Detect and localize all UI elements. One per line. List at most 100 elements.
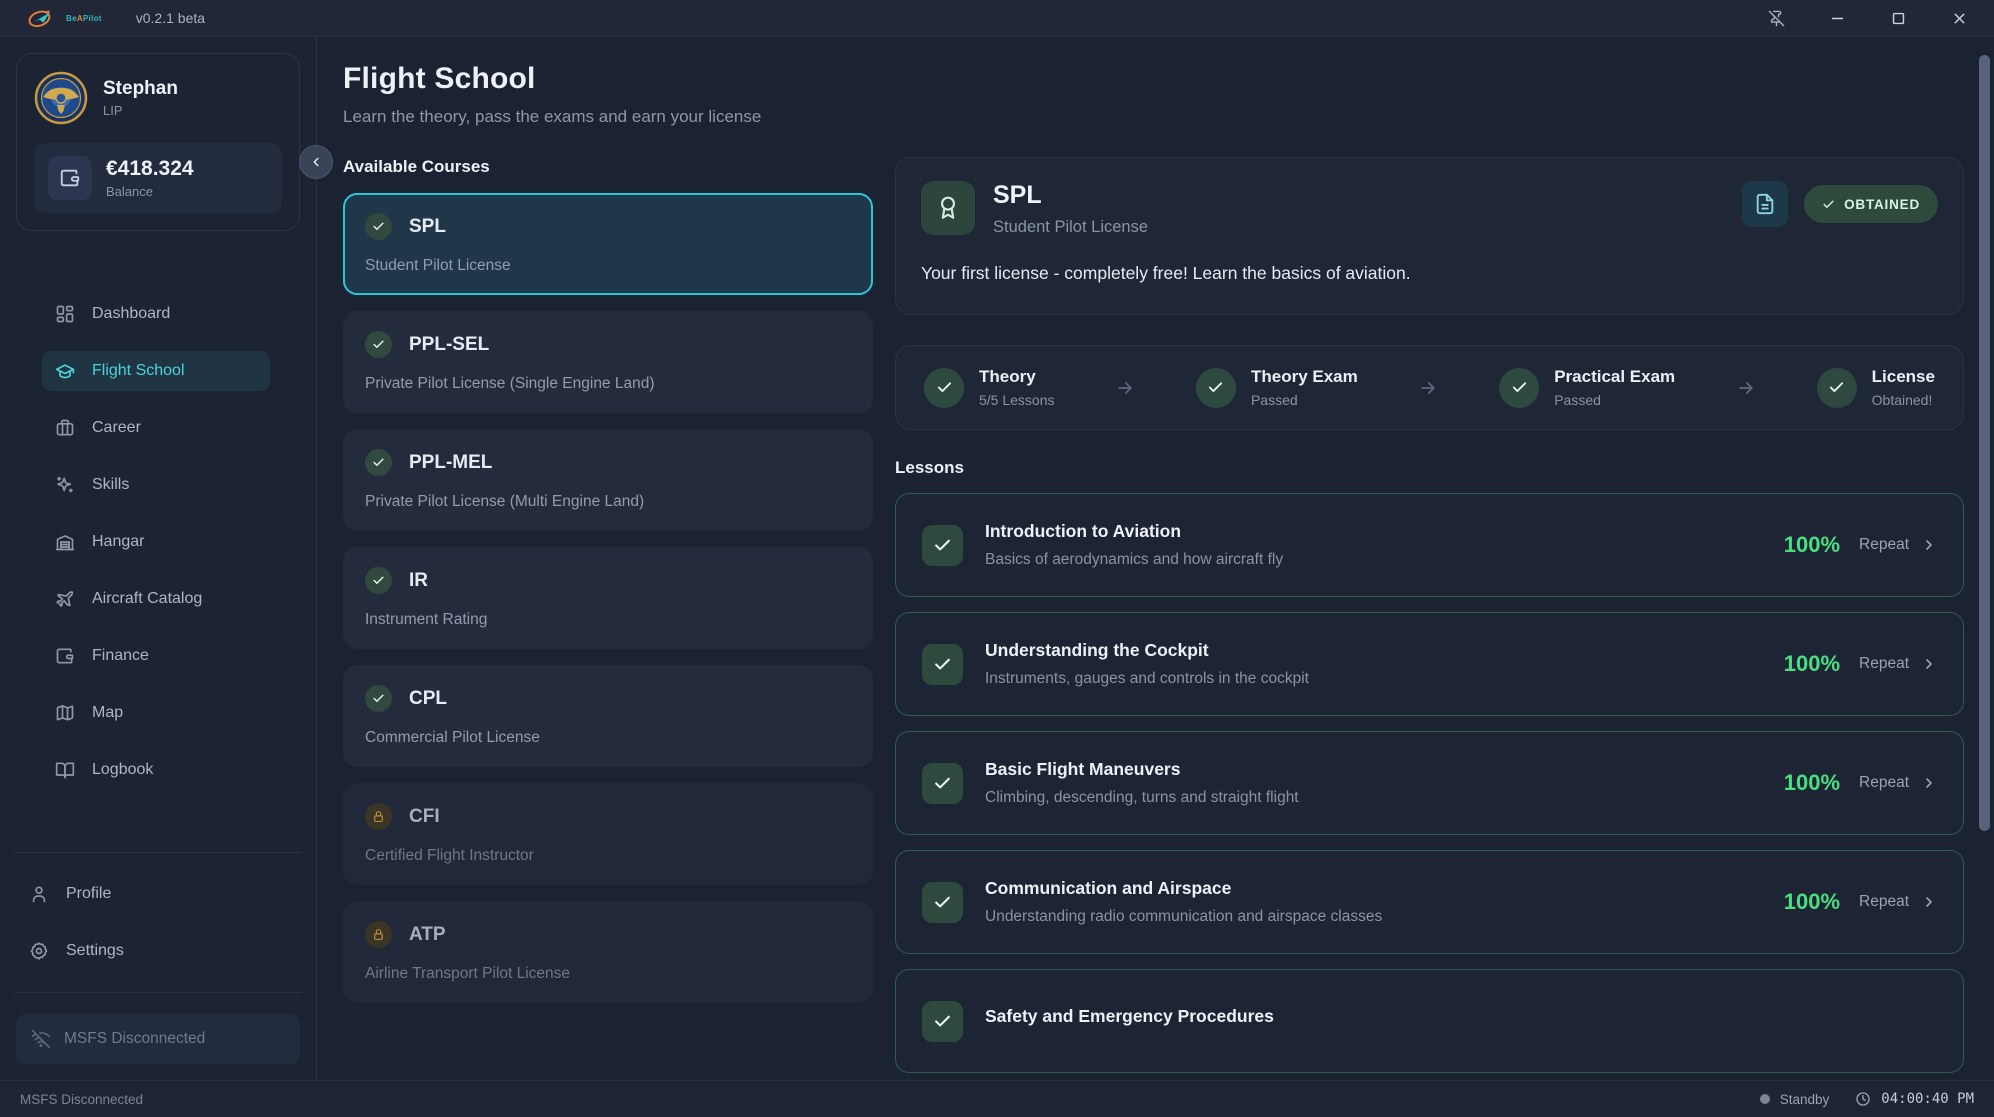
dashboard-icon xyxy=(55,304,75,324)
lessons-header: Lessons xyxy=(895,458,1964,478)
progress-step: Theory Exam Passed xyxy=(1196,367,1358,408)
check-icon xyxy=(1822,198,1835,211)
sidebar-nav: Dashboard Flight School Career Skills Ha… xyxy=(16,269,300,811)
minimize-button[interactable] xyxy=(1829,10,1846,27)
chevron-right-icon[interactable] xyxy=(1921,775,1937,791)
lesson-description: Instruments, gauges and controls in the … xyxy=(985,670,1309,688)
clock-icon xyxy=(1855,1091,1871,1107)
lesson-card[interactable]: Safety and Emergency Procedures xyxy=(895,969,1964,1073)
lesson-card[interactable]: Basic Flight Maneuvers Climbing, descend… xyxy=(895,731,1964,835)
status-dot-icon xyxy=(1760,1094,1770,1104)
main-content: Flight School Learn the theory, pass the… xyxy=(317,37,1994,1080)
lesson-title: Understanding the Cockpit xyxy=(985,640,1309,661)
check-circle-icon xyxy=(365,213,392,240)
lesson-check-icon xyxy=(922,882,963,923)
lesson-check-icon xyxy=(922,1001,963,1042)
app-version: v0.2.1 beta xyxy=(136,10,205,26)
logo-text: BeAPilot xyxy=(66,14,102,23)
lesson-title: Safety and Emergency Procedures xyxy=(985,1006,1274,1027)
status-badge: OBTAINED xyxy=(1804,185,1938,223)
logo-plane-orbit-icon xyxy=(26,5,64,31)
sidebar-item-aircraft-catalog[interactable]: Aircraft Catalog xyxy=(42,579,270,619)
sidebar-divider xyxy=(14,852,302,853)
file-text-icon xyxy=(1754,193,1776,215)
profile-card: Stephan LIP €418.324 Balance xyxy=(16,53,300,231)
step-sublabel: Obtained! xyxy=(1872,392,1935,408)
sidebar-item-finance[interactable]: Finance xyxy=(42,636,270,676)
chevron-right-icon[interactable] xyxy=(1921,894,1937,910)
window-controls xyxy=(1768,10,1968,27)
sidebar-collapse-button[interactable] xyxy=(299,145,333,179)
course-card-ir[interactable]: IR Instrument Rating xyxy=(343,547,873,649)
course-code: CPL xyxy=(409,688,447,710)
titlebar: BeAPilot v0.2.1 beta xyxy=(0,0,1994,37)
lesson-repeat-button[interactable]: Repeat xyxy=(1859,655,1909,673)
course-code: CFI xyxy=(409,806,440,828)
lesson-card[interactable]: Understanding the Cockpit Instruments, g… xyxy=(895,612,1964,716)
sidebar-item-skills[interactable]: Skills xyxy=(42,465,270,505)
check-circle-icon xyxy=(365,449,392,476)
sidebar-item-profile[interactable]: Profile xyxy=(16,874,300,914)
close-button[interactable] xyxy=(1951,10,1968,27)
check-circle-icon xyxy=(1196,368,1236,408)
wifi-off-icon xyxy=(31,1029,51,1049)
lock-icon xyxy=(365,803,392,830)
lesson-progress: 100% xyxy=(1784,532,1840,558)
progress-step: Practical Exam Passed xyxy=(1499,367,1675,408)
available-courses-header: Available Courses xyxy=(343,157,873,177)
maximize-button[interactable] xyxy=(1890,10,1907,27)
lesson-progress: 100% xyxy=(1784,770,1840,796)
step-sublabel: Passed xyxy=(1554,392,1675,408)
nav-item-label: Career xyxy=(92,419,141,437)
lesson-repeat-button[interactable]: Repeat xyxy=(1859,774,1909,792)
step-label: Practical Exam xyxy=(1554,367,1675,387)
check-circle-icon xyxy=(365,685,392,712)
course-card-ppl-sel[interactable]: PPL-SEL Private Pilot License (Single En… xyxy=(343,311,873,413)
course-card-ppl-mel[interactable]: PPL-MEL Private Pilot License (Multi Eng… xyxy=(343,429,873,531)
course-code: SPL xyxy=(409,216,446,238)
step-label: Theory Exam xyxy=(1251,367,1358,387)
nav-item-label: Aircraft Catalog xyxy=(92,590,202,608)
lesson-list: Introduction to Aviation Basics of aerod… xyxy=(895,493,1964,1073)
sidebar-item-dashboard[interactable]: Dashboard xyxy=(42,294,270,334)
sparkles-icon xyxy=(55,475,75,495)
sidebar-item-logbook[interactable]: Logbook xyxy=(42,750,270,790)
lesson-repeat-button[interactable]: Repeat xyxy=(1859,536,1909,554)
pin-off-icon[interactable] xyxy=(1768,10,1785,27)
profile-license: LIP xyxy=(103,103,178,118)
msfs-connection-button[interactable]: MSFS Disconnected xyxy=(16,1014,300,1064)
nav-item-label: Profile xyxy=(66,885,111,903)
app-window: BeAPilot v0.2.1 beta xyxy=(0,0,1994,1117)
chevron-right-icon[interactable] xyxy=(1921,656,1937,672)
sidebar-item-map[interactable]: Map xyxy=(42,693,270,733)
lesson-title: Basic Flight Maneuvers xyxy=(985,759,1299,780)
check-circle-icon xyxy=(1499,368,1539,408)
scrollbar-thumb[interactable] xyxy=(1979,55,1990,831)
chevron-right-icon[interactable] xyxy=(1921,537,1937,553)
sidebar-item-career[interactable]: Career xyxy=(42,408,270,448)
lesson-card[interactable]: Introduction to Aviation Basics of aerod… xyxy=(895,493,1964,597)
sidebar-item-hangar[interactable]: Hangar xyxy=(42,522,270,562)
course-card-atp[interactable]: ATP Airline Transport Pilot License xyxy=(343,901,873,1003)
lesson-repeat-button[interactable]: Repeat xyxy=(1859,893,1909,911)
lesson-progress: 100% xyxy=(1784,651,1840,677)
sidebar-item-settings[interactable]: Settings xyxy=(16,931,300,971)
course-card-cpl[interactable]: CPL Commercial Pilot License xyxy=(343,665,873,767)
arrow-right-icon xyxy=(1736,378,1756,398)
course-code: ATP xyxy=(409,924,446,946)
course-card-cfi[interactable]: CFI Certified Flight Instructor xyxy=(343,783,873,885)
msfs-button-label: MSFS Disconnected xyxy=(64,1030,205,1048)
lesson-check-icon xyxy=(922,644,963,685)
license-document-button[interactable] xyxy=(1742,181,1788,227)
lesson-description: Climbing, descending, turns and straight… xyxy=(985,789,1299,807)
hangar-icon xyxy=(55,532,75,552)
course-card-spl[interactable]: SPL Student Pilot License xyxy=(343,193,873,295)
nav-item-label: Skills xyxy=(92,476,129,494)
course-name: Private Pilot License (Multi Engine Land… xyxy=(365,493,851,511)
sidebar-item-flight-school[interactable]: Flight School xyxy=(42,351,270,391)
lesson-card[interactable]: Communication and Airspace Understanding… xyxy=(895,850,1964,954)
course-name: Commercial Pilot License xyxy=(365,729,851,747)
progress-step: License Obtained! xyxy=(1817,367,1935,408)
sidebar-secondary-nav: Profile Settings xyxy=(16,874,300,971)
nav-item-label: Dashboard xyxy=(92,305,170,323)
